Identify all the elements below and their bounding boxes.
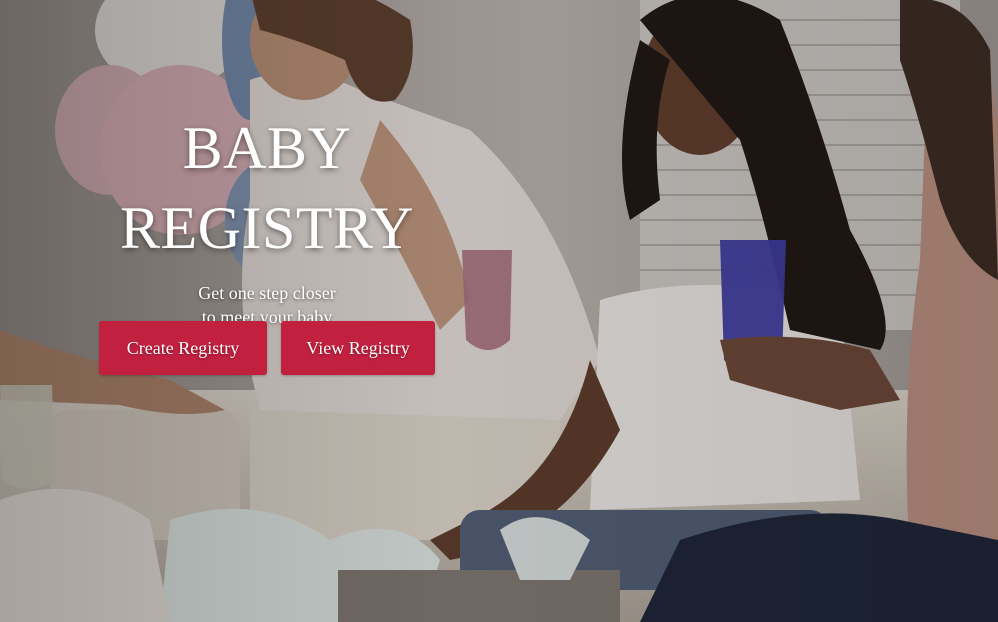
hero-section: BABY REGISTRY Get one step closer to mee…	[0, 0, 998, 622]
hero-title-line-2: REGISTRY	[119, 195, 415, 261]
view-registry-button[interactable]: View Registry	[281, 321, 435, 375]
hero-title: BABY REGISTRY	[97, 108, 437, 268]
create-registry-button[interactable]: Create Registry	[99, 321, 267, 375]
hero-subtitle-line-1: Get one step closer	[198, 283, 336, 303]
hero-text-block: BABY REGISTRY Get one step closer to mee…	[97, 108, 437, 329]
hero-button-group: Create Registry View Registry	[99, 321, 435, 375]
hero-title-line-1: BABY	[182, 115, 352, 181]
